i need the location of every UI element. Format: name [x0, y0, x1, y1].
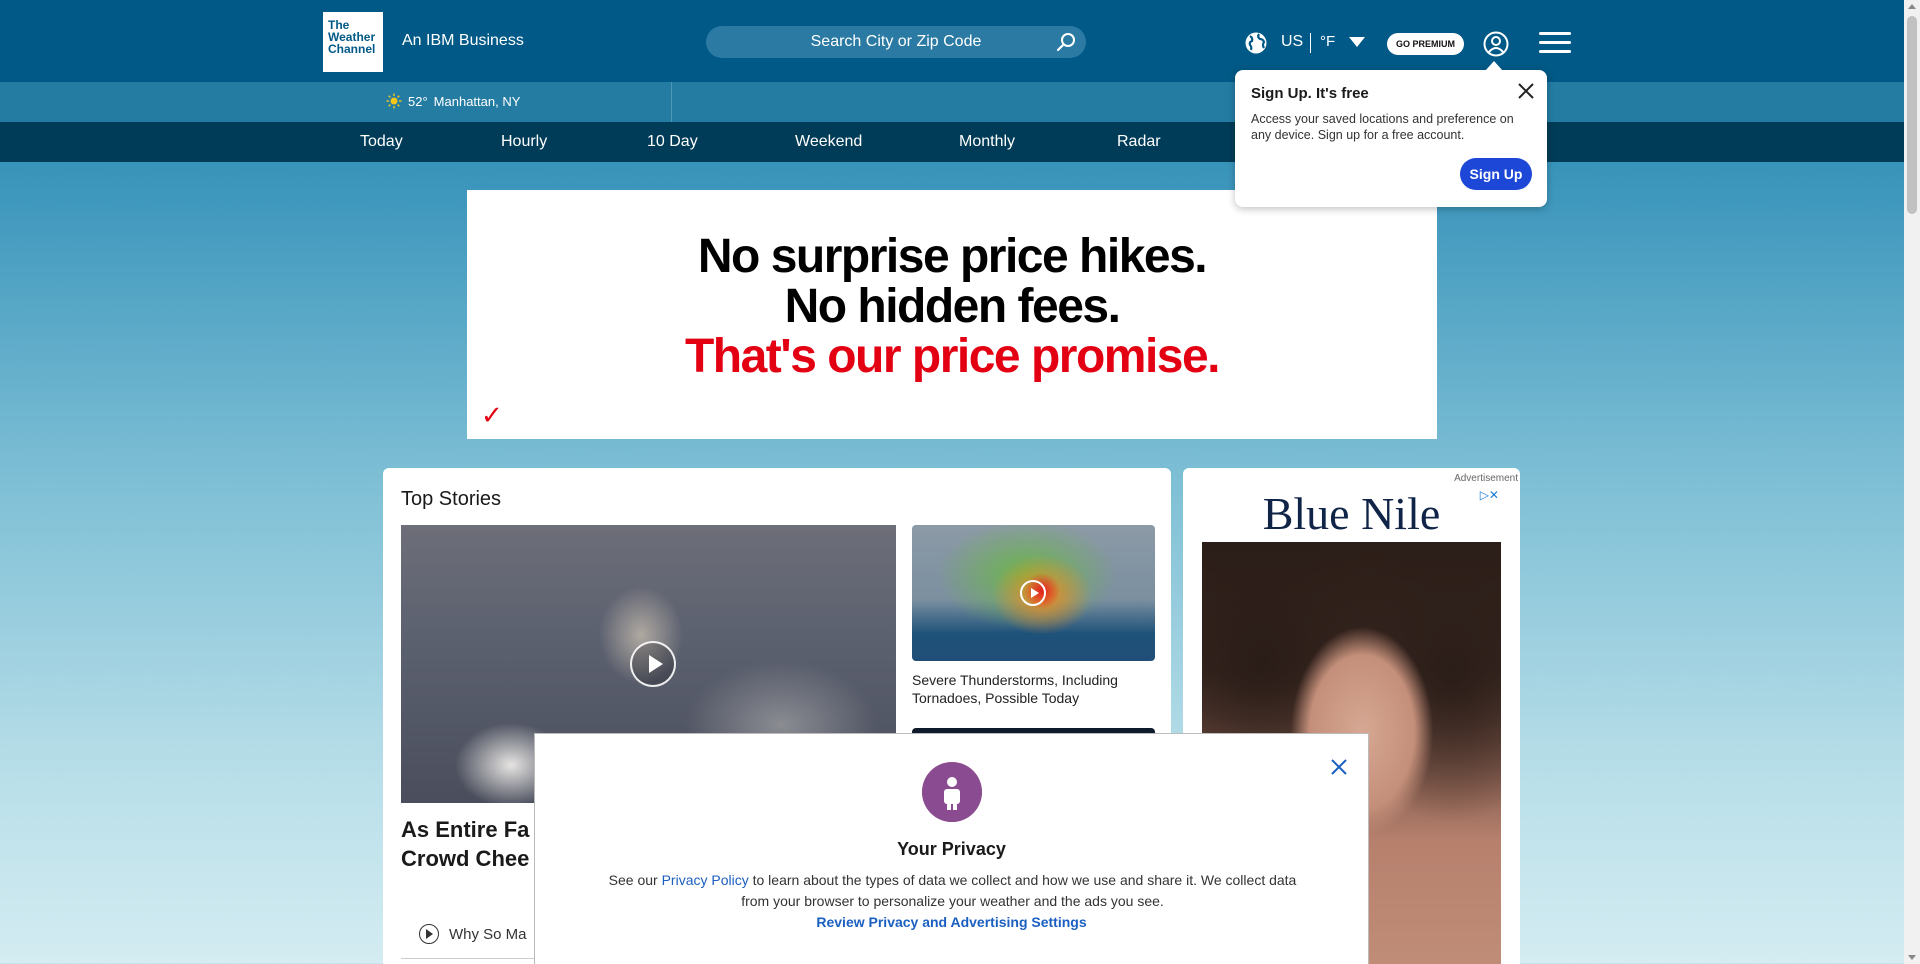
- play-icon: [419, 924, 439, 944]
- review-privacy-settings-link[interactable]: Review Privacy and Advertising Settings: [535, 914, 1368, 930]
- blue-nile-ad[interactable]: Blue Nile ▷✕: [1202, 486, 1501, 542]
- scrollbar-thumb[interactable]: [1907, 16, 1917, 214]
- chevron-down-icon[interactable]: [1349, 37, 1365, 47]
- search-placeholder: Search City or Zip Code: [810, 33, 982, 50]
- advertisement-label: Advertisement: [1454, 473, 1518, 484]
- signup-title: Sign Up. It's free: [1251, 85, 1369, 102]
- site-header: The Weather Channel An IBM Business Sear…: [0, 0, 1904, 82]
- signup-button[interactable]: Sign Up: [1460, 158, 1532, 190]
- checkmark-logo-icon: ✓: [481, 400, 503, 430]
- locale-divider: [1310, 33, 1311, 53]
- nav-hourly[interactable]: Hourly: [501, 133, 547, 151]
- ad-line-2: No hidden fees.: [784, 280, 1121, 333]
- weather-channel-logo[interactable]: The Weather Channel: [323, 12, 383, 72]
- featured-headline[interactable]: As Entire Fa Crowd Chee: [401, 815, 531, 873]
- ad-line-1: No surprise price hikes.: [697, 230, 1208, 283]
- nav-monthly[interactable]: Monthly: [959, 133, 1015, 151]
- radar-video-thumbnail[interactable]: [912, 525, 1155, 661]
- nav-weekend[interactable]: Weekend: [795, 133, 862, 151]
- forecast-nav: Today Hourly 10 Day Weekend Monthly Rada…: [0, 122, 1904, 162]
- privacy-modal: Your Privacy See our Privacy Policy to l…: [534, 733, 1369, 964]
- hamburger-menu-icon[interactable]: [1539, 32, 1571, 54]
- locale-selector[interactable]: US: [1281, 33, 1303, 51]
- video-list-item[interactable]: Why So Ma: [419, 924, 527, 944]
- unit-selector[interactable]: °F: [1320, 33, 1335, 50]
- privacy-person-icon: [922, 762, 982, 822]
- nav-10-day[interactable]: 10 Day: [647, 133, 698, 151]
- banner-advertisement[interactable]: No surprise price hikes. No hidden fees.…: [467, 190, 1437, 439]
- sun-icon: [386, 93, 402, 109]
- privacy-policy-link[interactable]: Privacy Policy: [662, 872, 749, 888]
- close-icon[interactable]: [1329, 757, 1349, 777]
- current-location-weather[interactable]: 52° Manhattan, NY: [386, 93, 520, 109]
- featured-headline-line-2: Crowd Chee: [401, 846, 530, 871]
- privacy-text-start: See our: [608, 872, 662, 888]
- privacy-body: See our Privacy Policy to learn about th…: [605, 870, 1300, 912]
- ibm-tagline: An IBM Business: [402, 32, 524, 49]
- search-icon[interactable]: [1056, 32, 1076, 52]
- signup-popup: Sign Up. It's free Access your saved loc…: [1235, 61, 1547, 207]
- search-input[interactable]: Search City or Zip Code: [706, 26, 1086, 58]
- nav-today[interactable]: Today: [360, 133, 403, 151]
- featured-headline-line-1: As Entire Fa: [401, 817, 530, 842]
- signup-body: Access your saved locations and preferen…: [1251, 112, 1514, 142]
- current-temperature: 52°: [408, 93, 428, 109]
- logo-line-3: Channel: [328, 42, 376, 56]
- section-title: Top Stories: [401, 488, 502, 510]
- play-icon[interactable]: [1020, 580, 1046, 606]
- go-premium-button[interactable]: GO PREMIUM: [1387, 33, 1464, 55]
- video-list-item-label: Why So Ma: [449, 925, 527, 943]
- scroll-up-arrow-icon[interactable]: [1908, 4, 1916, 9]
- page-scrollbar[interactable]: [1904, 0, 1920, 964]
- current-city: Manhattan, NY: [433, 93, 521, 109]
- close-icon[interactable]: [1517, 82, 1535, 100]
- globe-icon[interactable]: [1245, 32, 1267, 54]
- nav-radar[interactable]: Radar: [1117, 133, 1161, 151]
- play-icon[interactable]: [630, 641, 676, 687]
- side-story-title[interactable]: Severe Thunderstorms, Including Tornadoe…: [912, 671, 1155, 707]
- privacy-title: Your Privacy: [897, 839, 1006, 859]
- adchoices-icon[interactable]: ▷✕: [1480, 488, 1499, 502]
- logo-text: The Weather Channel: [328, 17, 378, 67]
- ad-line-3: That's our price promise.: [684, 330, 1221, 383]
- scroll-down-arrow-icon[interactable]: [1908, 955, 1916, 960]
- location-bar: 52° Manhattan, NY: [0, 82, 1904, 122]
- privacy-text-end: to learn about the types of data we coll…: [741, 872, 1297, 909]
- location-divider: [671, 82, 672, 122]
- user-icon[interactable]: [1483, 31, 1509, 57]
- blue-nile-brand: Blue Nile: [1262, 488, 1441, 539]
